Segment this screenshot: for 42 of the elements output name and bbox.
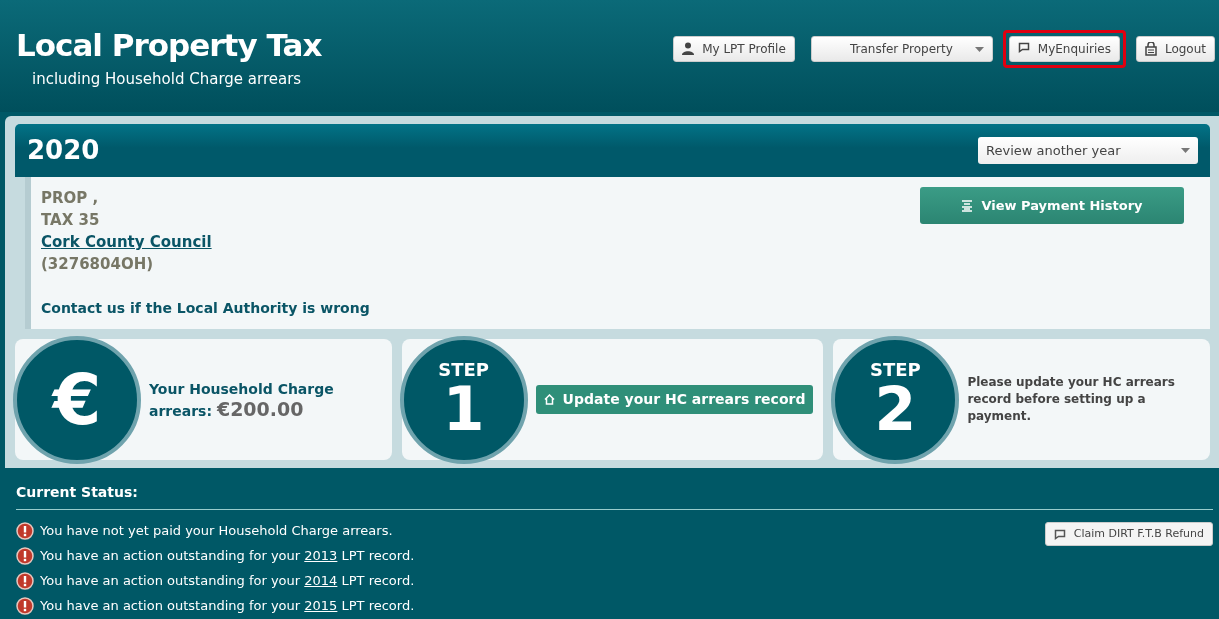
nav-button[interactable]: Logout — [1135, 36, 1215, 62]
property-id: (3276804OH) — [41, 254, 155, 275]
euro-symbol: € — [52, 364, 102, 435]
address-line: TAX 35 — [41, 210, 101, 231]
list-icon — [961, 199, 974, 212]
status-message: You have an action outstanding for your 2014 LPT record. — [40, 571, 415, 590]
update-button[interactable]: Update your HC arrears record — [535, 385, 814, 414]
step-number: 2 — [874, 378, 917, 439]
nav-button[interactable]: MyEnquiries — [1008, 36, 1120, 62]
year-heading: 2020 — [27, 134, 100, 167]
caret-icon — [974, 46, 984, 52]
status-message: You have an action outstanding for your 2015 LPT record. — [40, 596, 415, 615]
site-title: Local Property Tax — [16, 28, 322, 63]
step-instructions: Please update your HC arrears record before setting up a payment. — [967, 374, 1176, 425]
step-number: 1 — [442, 378, 485, 439]
year-link[interactable]: 2015 — [304, 597, 338, 613]
step-label: STEP — [870, 360, 921, 379]
year-select[interactable]: Review another year — [978, 137, 1198, 164]
person-icon — [682, 42, 695, 56]
warning-icon — [16, 521, 34, 540]
site-subtitle: including Household Charge arrears — [32, 69, 303, 91]
contact-text: Contact us if the Local Authority is wrong — [41, 299, 370, 318]
year-link[interactable]: 2014 — [304, 572, 338, 588]
caret-icon — [1181, 148, 1190, 153]
lock-icon — [1144, 42, 1157, 56]
warning-icon — [16, 596, 34, 615]
home-icon — [543, 394, 555, 405]
refund-button[interactable]: Claim DIRT F.T.B Refund — [1044, 522, 1213, 546]
address-line: PROP , — [41, 188, 100, 209]
transfer-dropdown[interactable]: Transfer Property — [810, 36, 993, 62]
arrears-text: Your Household Charge arrears: €200.00 — [149, 379, 334, 421]
payment-history-button[interactable]: View Payment History — [920, 187, 1184, 224]
year-link[interactable]: 2013 — [304, 547, 338, 563]
authority-link[interactable]: Cork County Council — [41, 233, 212, 251]
status-message: You have not yet paid your Household Charge arrears. — [40, 521, 393, 540]
warning-icon — [16, 571, 34, 590]
step-label: STEP — [438, 360, 489, 379]
nav-button[interactable]: My LPT Profile — [673, 36, 795, 62]
speech-bubble-icon — [1053, 528, 1066, 540]
warning-icon — [16, 546, 34, 565]
status-heading: Current Status: — [16, 482, 1213, 510]
status-message: You have an action outstanding for your 2013 LPT record. — [40, 546, 415, 565]
